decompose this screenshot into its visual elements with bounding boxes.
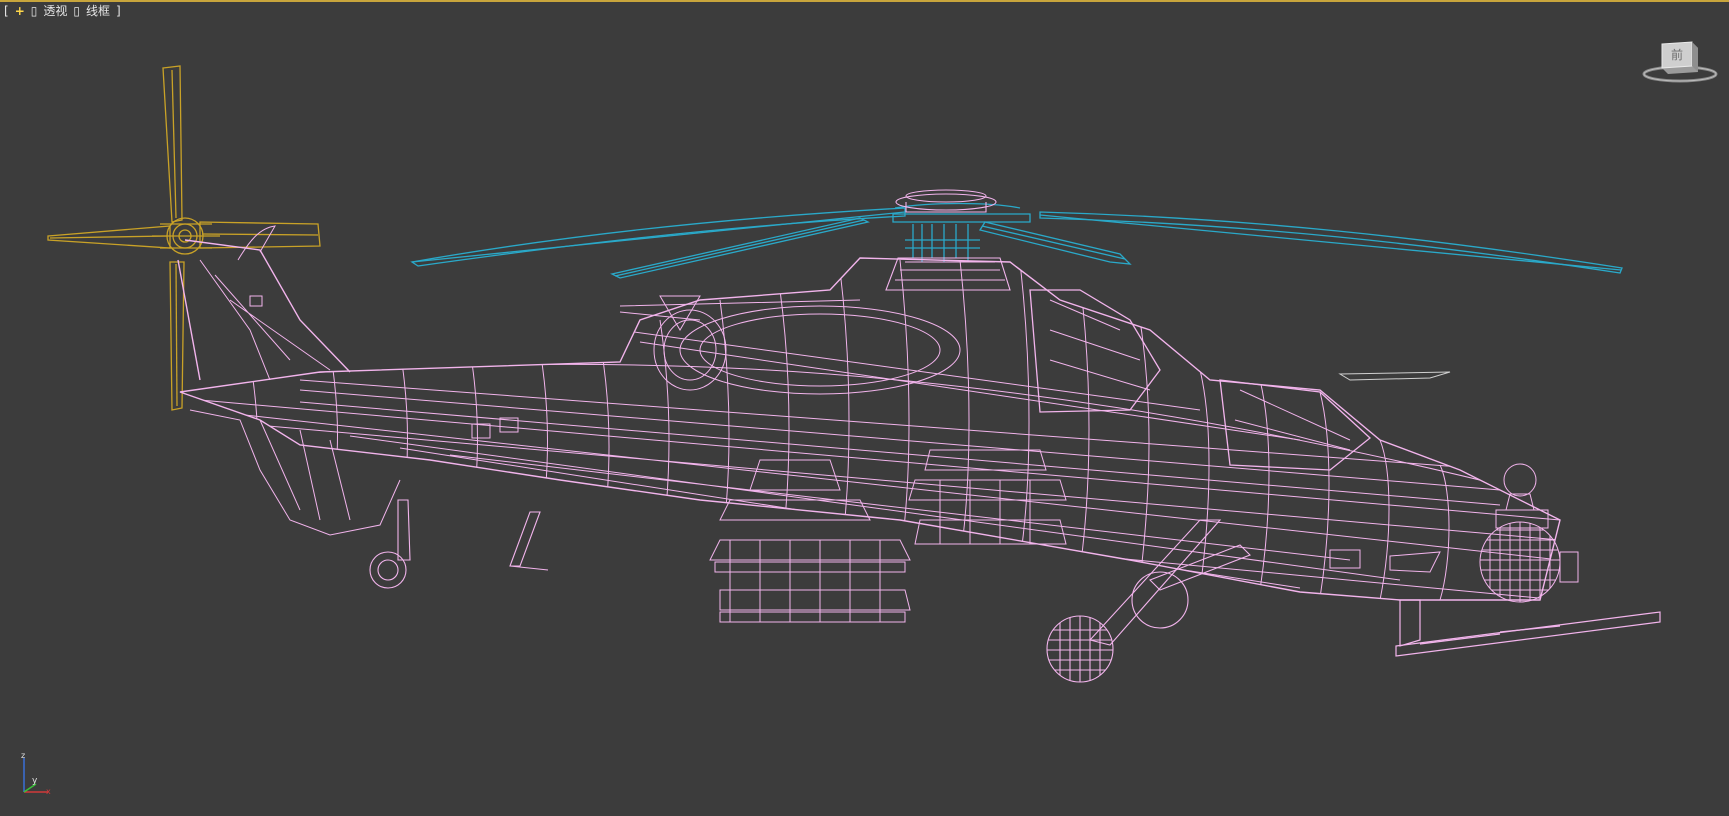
fuselage[interactable]	[177, 225, 1561, 601]
landing-gear	[369, 499, 1251, 683]
axis-tripod: z y x	[21, 752, 51, 796]
chin-gun	[1395, 599, 1661, 657]
axis-label-y: y	[32, 776, 38, 786]
perspective-viewport[interactable]: [ + ▯ 透视 ▯ 线框 ] 前 z y x	[0, 0, 1729, 816]
axis-label-x: x	[46, 787, 51, 796]
tail-rotor[interactable]	[47, 65, 321, 411]
helicopter-wireframe-model[interactable]	[0, 0, 1729, 816]
weapon-pylons	[709, 449, 1067, 623]
nose-sensor-turret	[1479, 521, 1579, 603]
axis-label-z: z	[21, 752, 25, 760]
stabilizer	[1338, 371, 1451, 381]
